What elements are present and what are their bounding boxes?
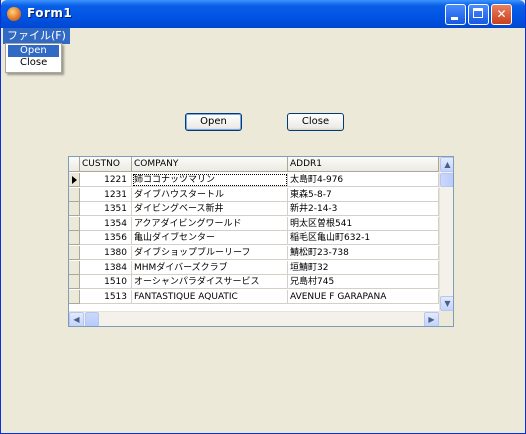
cell-custno[interactable]: 1231 (80, 187, 132, 202)
cell-addr1[interactable]: 兄島村745 (288, 275, 439, 290)
cell-custno[interactable]: 1380 (80, 246, 132, 260)
row-indicator[interactable] (69, 246, 80, 260)
grid-header: CUSTNO COMPANY ADDR1 (69, 157, 453, 173)
cell-company[interactable]: オーシャンパラダイスサービス (132, 275, 288, 290)
scroll-left-icon[interactable]: ◀ (69, 312, 84, 326)
cell-addr1[interactable]: 鯖松町23-738 (288, 246, 439, 260)
row-indicator[interactable] (69, 187, 80, 202)
vertical-scrollbar[interactable]: ▲ ▼ (439, 157, 453, 311)
horizontal-scrollbar[interactable]: ◀ ▶ (69, 311, 439, 326)
row-indicator[interactable] (69, 289, 80, 304)
table-row[interactable]: 1221 姉ココナッツマリン 太島町4-976 (69, 173, 439, 187)
horizontal-scroll-thumb[interactable] (85, 312, 99, 326)
cell-custno[interactable]: 1221 (80, 173, 132, 187)
cell-custno[interactable]: 1384 (80, 260, 132, 275)
cell-addr1[interactable]: AVENUE F GARAPANA (288, 289, 439, 304)
minimize-icon (451, 17, 458, 20)
close-icon: ✕ (496, 7, 507, 21)
table-row[interactable]: 1356 亀山ダイブセンター 稲毛区亀山町632-1 (69, 231, 439, 246)
table-row[interactable]: 1231 ダイブハウスタートル 東森5-8-7 (69, 187, 439, 202)
cell-company[interactable]: ダイブハウスタートル (132, 187, 288, 202)
menu-item-close[interactable]: Close (8, 57, 59, 69)
header-indicator (69, 157, 80, 172)
cell-addr1[interactable]: 稲毛区亀山町632-1 (288, 231, 439, 246)
row-indicator[interactable] (69, 202, 80, 217)
cell-company[interactable]: 姉ココナッツマリン (132, 173, 288, 187)
cell-addr1[interactable]: 太島町4-976 (288, 173, 439, 187)
cell-custno[interactable]: 1513 (80, 289, 132, 304)
table-row[interactable]: 1510 オーシャンパラダイスサービス 兄島村745 (69, 275, 439, 290)
cell-company[interactable]: ダイビングベース新井 (132, 202, 288, 217)
maximize-icon (473, 8, 483, 18)
table-row[interactable]: 1384 MHMダイバーズクラブ 垣鯖町32 (69, 260, 439, 275)
menu-file[interactable]: ファイル(F) (3, 28, 70, 44)
cell-addr1[interactable]: 東森5-8-7 (288, 187, 439, 202)
app-icon[interactable] (7, 7, 21, 21)
window-title: Form1 (27, 6, 73, 20)
file-dropdown-menu: Open Close (5, 43, 62, 73)
scroll-right-icon[interactable]: ▶ (424, 312, 439, 326)
maximize-button[interactable] (468, 4, 489, 25)
cell-company[interactable]: アクアダイビングワールド (132, 216, 288, 231)
cell-company[interactable]: 亀山ダイブセンター (132, 231, 288, 246)
row-indicator[interactable] (69, 275, 80, 290)
close-window-button[interactable]: ✕ (491, 4, 512, 25)
row-indicator[interactable] (69, 216, 80, 231)
header-addr1[interactable]: ADDR1 (288, 157, 439, 172)
cell-custno[interactable]: 1356 (80, 231, 132, 246)
row-indicator[interactable] (69, 173, 80, 187)
cell-custno[interactable]: 1351 (80, 202, 132, 217)
vertical-scroll-thumb[interactable] (440, 173, 453, 187)
table-row[interactable]: 1351 ダイビングベース新井 新井2-14-3 (69, 202, 439, 217)
cell-addr1[interactable]: 垣鯖町32 (288, 260, 439, 275)
cell-addr1[interactable]: 明太区曽根541 (288, 216, 439, 231)
table-row[interactable]: 1513 FANTASTIQUE AQUATIC AVENUE F GARAPANA (69, 289, 439, 304)
scroll-down-icon[interactable]: ▼ (440, 296, 453, 311)
menu-bar (1, 28, 525, 44)
customer-grid[interactable]: CUSTNO COMPANY ADDR1 1221 姉ココナッツマリン 太島町4-9… (68, 156, 454, 327)
main-window: Form1 ✕ ファイル(F) Open Close Open Close CU… (0, 0, 526, 434)
header-custno[interactable]: CUSTNO (80, 157, 132, 172)
row-indicator[interactable] (69, 260, 80, 275)
scroll-up-icon[interactable]: ▲ (440, 157, 453, 172)
cell-custno[interactable]: 1354 (80, 216, 132, 231)
row-indicator[interactable] (69, 231, 80, 246)
cell-addr1[interactable]: 新井2-14-3 (288, 202, 439, 217)
minimize-button[interactable] (445, 4, 466, 25)
close-button[interactable]: Close (287, 113, 344, 131)
menu-item-open[interactable]: Open (8, 45, 59, 57)
table-row[interactable]: 1380 ダイブショップブルーリーフ 鯖松町23-738 (69, 246, 439, 260)
title-bar[interactable]: Form1 ✕ (1, 0, 525, 28)
cell-company[interactable]: MHMダイバーズクラブ (132, 260, 288, 275)
open-button[interactable]: Open (185, 113, 242, 131)
header-company[interactable]: COMPANY (132, 157, 288, 172)
cell-custno[interactable]: 1510 (80, 275, 132, 290)
scrollbar-corner (439, 311, 453, 326)
table-row[interactable]: 1354 アクアダイビングワールド 明太区曽根541 (69, 216, 439, 231)
current-row-arrow-icon (72, 176, 77, 184)
cell-company[interactable]: FANTASTIQUE AQUATIC (132, 289, 288, 304)
cell-company[interactable]: ダイブショップブルーリーフ (132, 246, 288, 260)
